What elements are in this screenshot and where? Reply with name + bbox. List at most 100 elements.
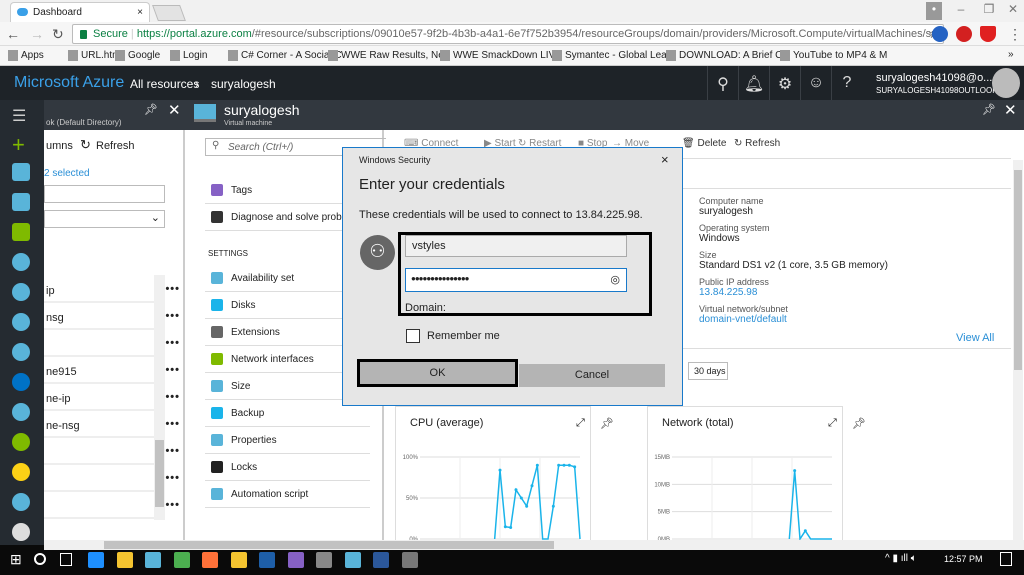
avatar[interactable] (992, 68, 1020, 98)
filter-dropdown[interactable]: ⌄ (44, 210, 165, 228)
shield-extension-icon[interactable] (980, 26, 996, 42)
tab-dashboard[interactable]: Dashboard × (10, 2, 150, 22)
nav-advisor-icon[interactable] (12, 523, 30, 541)
list-scrollbar[interactable] (154, 275, 165, 520)
restore-icon[interactable]: ❐ (978, 2, 1000, 20)
help-icon[interactable]: ? (831, 66, 862, 100)
horizontal-scrollbar[interactable] (44, 540, 1024, 550)
breadcrumb-vm[interactable]: suryalogesh (211, 77, 276, 91)
selected-filter[interactable]: 2 selected (44, 168, 90, 179)
more-options-icon[interactable]: ••• (165, 337, 180, 349)
taskbar-app-icon[interactable] (259, 552, 275, 568)
pin-icon[interactable]: 📌︎ (982, 103, 996, 116)
close-blade-icon[interactable]: ✕ (168, 101, 181, 119)
nav-security-center-icon[interactable] (12, 433, 30, 451)
bookmark-item[interactable]: DOWNLOAD: A Brief C (666, 50, 782, 61)
nav-virtual-machines-classic-icon[interactable] (12, 343, 30, 361)
azure-brand[interactable]: Microsoft Azure (14, 74, 124, 92)
range-30-days-button[interactable]: 30 days (688, 362, 728, 380)
refresh-button[interactable]: Refresh (96, 140, 135, 152)
new-tab-button[interactable] (152, 5, 186, 21)
minimize-icon[interactable]: – (950, 2, 972, 20)
pin-icon[interactable]: 📌︎ (144, 103, 158, 116)
property-value[interactable]: 13.84.225.98 (699, 287, 769, 298)
hamburger-icon[interactable]: ☰ (12, 106, 26, 126)
bookmark-item[interactable]: YouTube to MP4 & M (780, 50, 887, 61)
nav-cloud-services-icon[interactable] (12, 403, 30, 421)
more-options-icon[interactable]: ••• (165, 472, 180, 484)
remember-me-label[interactable]: Remember me (427, 330, 500, 342)
new-resource-icon[interactable]: + (12, 132, 25, 158)
profile-icon[interactable]: • (926, 2, 942, 20)
username-input[interactable]: vstyles (405, 235, 627, 257)
pin-icon[interactable]: 📌︎ (852, 417, 866, 430)
bookmark-item[interactable]: Symantec - Global Lea (552, 50, 667, 61)
delete-button[interactable]: 🗑︎ Delete (682, 138, 726, 149)
taskbar-app-icon[interactable] (88, 552, 104, 568)
pin-icon[interactable]: 📌︎ (600, 417, 614, 430)
nav-resource-groups-icon[interactable] (12, 223, 30, 241)
user-email[interactable]: suryalogesh41098@o... (876, 72, 992, 84)
reveal-password-icon[interactable]: ◎ (610, 273, 620, 286)
bookmark-item[interactable]: Apps (8, 50, 44, 61)
menu-icon[interactable]: ⋮ (1008, 26, 1022, 43)
search-icon[interactable]: ⚲ (707, 66, 738, 100)
url-input[interactable]: Secure | https://portal.azure.com/#resou… (72, 24, 944, 44)
system-tray-icons[interactable]: ^ ▮ ıll 🔈︎ (885, 553, 917, 564)
more-options-icon[interactable]: ••• (165, 445, 180, 457)
more-options-icon[interactable]: ••• (165, 499, 180, 511)
bookmark-item[interactable]: C# Corner - A Social C (228, 50, 342, 61)
extension-icon[interactable] (932, 26, 948, 42)
taskbar-app-icon[interactable] (230, 552, 247, 568)
resource-row[interactable]: ne-nsg ••• (44, 413, 179, 438)
taskbar-app-icon[interactable] (116, 552, 133, 568)
taskbar-app-icon[interactable] (344, 552, 361, 568)
close-tab-icon[interactable]: × (137, 7, 143, 18)
menu-item-automation-script[interactable]: Automation script (205, 481, 370, 508)
resource-row[interactable]: ne915 ••• (44, 359, 179, 384)
taskbar-app-icon[interactable] (373, 552, 389, 568)
taskbar-app-icon[interactable] (202, 552, 218, 568)
adblock-icon[interactable] (956, 26, 972, 42)
refresh-button[interactable]: ↻ Refresh (734, 138, 780, 149)
refresh-icon[interactable]: ↻ (80, 137, 91, 153)
remember-me-checkbox[interactable] (406, 329, 420, 343)
bookmark-item[interactable]: Login (170, 50, 207, 61)
view-all-link[interactable]: View All (956, 332, 994, 344)
vertical-scrollbar[interactable] (1013, 160, 1023, 540)
close-window-icon[interactable]: ✕ (1002, 2, 1024, 20)
bookmark-item[interactable]: WWE SmackDown LIV (440, 50, 555, 61)
menu-item-properties[interactable]: Properties (205, 427, 370, 454)
resource-row[interactable]: ••• (44, 332, 179, 357)
gear-icon[interactable]: ⚙ (769, 66, 800, 100)
filter-input[interactable] (44, 185, 165, 203)
password-input[interactable]: ●●●●●●●●●●●●●●● ◎ (405, 268, 627, 292)
taskbar-app-icon[interactable] (401, 552, 418, 568)
nav-load-balancer-icon[interactable] (12, 493, 30, 511)
bookmarks-more-button[interactable]: » (1008, 49, 1014, 60)
taskbar-app-icon[interactable] (316, 552, 332, 568)
resource-row[interactable]: ne-ip ••• (44, 386, 179, 411)
resource-row[interactable]: ••• (44, 440, 179, 465)
columns-button[interactable]: umns (46, 140, 73, 152)
back-icon[interactable]: ← (6, 26, 20, 42)
network-chart-card[interactable]: Network (total)⤢📌︎15MB10MB5MB0MB (647, 406, 866, 546)
nav-key-vault-icon[interactable] (12, 463, 30, 481)
nav-dashboard-icon[interactable] (12, 163, 30, 181)
nav-sql-databases-icon[interactable] (12, 373, 30, 391)
close-dialog-icon[interactable]: × (661, 152, 669, 167)
reload-icon[interactable]: ↻ (52, 26, 64, 43)
menu-item-locks[interactable]: Locks (205, 454, 370, 481)
notifications-icon[interactable] (1000, 552, 1012, 566)
cancel-button[interactable]: Cancel (519, 364, 665, 387)
resource-row[interactable]: nsg ••• (44, 305, 179, 330)
smiley-icon[interactable]: ☺ (800, 66, 831, 100)
nav-all-resources-icon[interactable] (12, 193, 30, 211)
ok-button[interactable]: OK (357, 359, 518, 387)
bookmark-item[interactable]: Google (115, 50, 160, 61)
more-options-icon[interactable]: ••• (165, 310, 180, 322)
more-options-icon[interactable]: ••• (165, 364, 180, 376)
resource-row[interactable]: ••• (44, 467, 179, 492)
resource-row[interactable]: ip ••• (44, 278, 179, 303)
close-blade-icon[interactable]: ✕ (1004, 101, 1017, 119)
